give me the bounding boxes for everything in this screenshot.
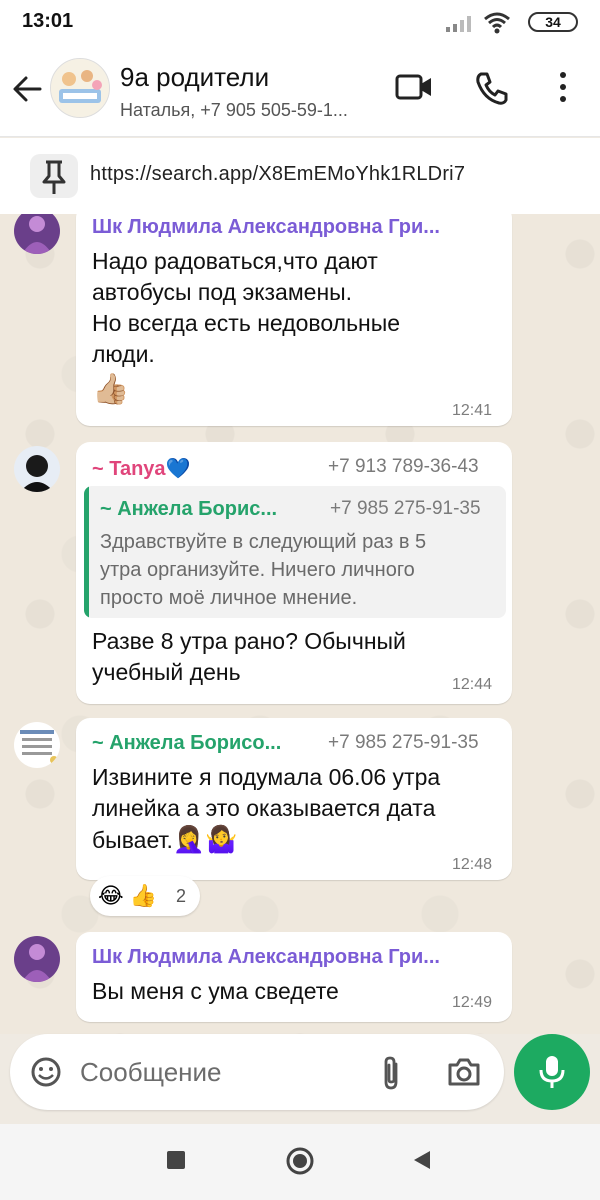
- message-time: 12:41: [452, 402, 493, 419]
- chat-title[interactable]: 9а родители: [120, 62, 269, 93]
- message-bubble[interactable]: Шк Людмила Александровна Гри... Вы меня …: [76, 932, 512, 1022]
- message-reactions[interactable]: 😂 👍 2: [90, 876, 200, 916]
- group-avatar[interactable]: [50, 58, 110, 118]
- text-line: Но всегда есть недовольные: [92, 310, 401, 336]
- text-line: Извините я подумала 06.06 утра: [92, 764, 441, 790]
- nav-back-icon[interactable]: [412, 1149, 432, 1171]
- avatar-image: [14, 936, 60, 982]
- nav-circle-icon[interactable]: [285, 1146, 315, 1176]
- message-bubble[interactable]: Шк Людмила Александровна Гри... Надо рад…: [76, 214, 512, 426]
- phone-call-icon[interactable]: [474, 70, 510, 106]
- sender-phone: +7 913 789-36-43: [328, 456, 479, 477]
- quoted-text: Здравствуйте в следующий раз в 5 утра ор…: [100, 528, 426, 612]
- quote-bar: [84, 486, 89, 618]
- message-bubble[interactable]: ~ Tanya💙 +7 913 789-36-43 ~ Анжела Борис…: [76, 442, 512, 704]
- message-text: Вы меня с ума сведете: [92, 976, 452, 1007]
- quote-line: утра организуйте. Ничего личного: [100, 559, 415, 581]
- text-line: учебный день: [92, 659, 241, 685]
- message-time: 12:49: [452, 994, 493, 1011]
- video-call-icon[interactable]: [394, 70, 434, 104]
- facepalm-shrug-emoji: 🤦‍♀️🤷‍♀️: [172, 824, 238, 854]
- quote-line: Здравствуйте в следующий раз в 5: [100, 531, 427, 553]
- mic-button[interactable]: [514, 1034, 590, 1110]
- sender-name[interactable]: Шк Людмила Александровна Гри...: [92, 216, 440, 239]
- back-arrow-icon[interactable]: [10, 72, 44, 106]
- text-line: Надо радоваться,что дают: [92, 248, 378, 274]
- status-time: 13:01: [22, 10, 74, 32]
- attach-icon[interactable]: [378, 1054, 404, 1092]
- emoji-icon[interactable]: [30, 1056, 62, 1088]
- group-avatar-image: [51, 59, 109, 117]
- chat-area[interactable]: Шк Людмила Александровна Гри... Надо рад…: [0, 214, 600, 1034]
- message-bubble[interactable]: ~ Анжела Борисо... +7 985 275-91-35 Изви…: [76, 718, 512, 880]
- text-line: линейка а это оказывается дата: [92, 795, 436, 821]
- pin-icon: [42, 160, 66, 194]
- message-text: Разве 8 утра рано? Обычный учебный день: [92, 626, 502, 688]
- reaction-count: 2: [176, 886, 187, 906]
- text-line: бывает.🤦‍♀️🤷‍♀️: [92, 824, 506, 856]
- system-nav-bar: [0, 1124, 600, 1200]
- message-time: 12:48: [452, 856, 493, 873]
- quoted-sender: ~ Анжела Борис...: [100, 498, 278, 520]
- text-line-inline: бывает.: [92, 827, 173, 853]
- quote-line: просто моё личное мнение.: [100, 587, 358, 609]
- camera-icon[interactable]: [446, 1056, 482, 1088]
- wifi-icon: [484, 12, 510, 34]
- message-input[interactable]: Сообщение: [80, 1057, 222, 1088]
- message-time: 12:44: [452, 676, 493, 693]
- sender-avatar[interactable]: [14, 722, 60, 768]
- chat-header: 9а родители Наталья, +7 905 505-59-1...: [0, 44, 600, 137]
- mic-icon: [539, 1056, 565, 1088]
- sender-name[interactable]: ~ Tanya💙: [92, 456, 190, 481]
- text-line: Разве 8 утра рано? Обычный: [92, 628, 406, 654]
- nav-square-icon[interactable]: [166, 1150, 186, 1170]
- more-vert-icon[interactable]: [556, 70, 570, 104]
- text-line: Вы меня с ума сведете: [92, 978, 339, 1004]
- sender-name[interactable]: Шк Людмила Александровна Гри...: [92, 946, 440, 969]
- message-text: Извините я подумала 06.06 утра линейка а…: [92, 762, 506, 856]
- reaction-emojis: 😂 👍: [98, 883, 158, 908]
- avatar-image: [14, 722, 60, 768]
- pin-icon-box: [30, 154, 78, 198]
- text-line: люди.: [92, 341, 155, 367]
- battery-indicator: 34: [528, 12, 578, 32]
- avatar-image: [14, 446, 60, 492]
- avatar-image: [14, 214, 60, 254]
- sender-avatar[interactable]: [14, 446, 60, 492]
- pinned-link[interactable]: https://search.app/X8EmEMoYhk1RLDri7: [90, 163, 465, 186]
- signal-icon: [446, 16, 471, 32]
- sender-phone: +7 985 275-91-35: [328, 732, 479, 753]
- message-input-bar: Сообщение: [10, 1034, 504, 1110]
- thumbs-up-emoji: 👍🏼: [92, 373, 130, 406]
- sender-avatar[interactable]: [14, 936, 60, 982]
- sender-avatar[interactable]: [14, 214, 60, 254]
- status-bar: 13:01 34: [0, 0, 600, 44]
- pinned-message-bar[interactable]: https://search.app/X8EmEMoYhk1RLDri7: [0, 138, 600, 215]
- message-text: Надо радоваться,что дают автобусы под эк…: [92, 246, 502, 370]
- chat-subtitle[interactable]: Наталья, +7 905 505-59-1...: [120, 100, 348, 121]
- sender-name[interactable]: ~ Анжела Борисо...: [92, 732, 281, 755]
- quoted-phone: +7 985 275-91-35: [330, 498, 481, 519]
- text-line: автобусы под экзамены.: [92, 279, 353, 305]
- quoted-message[interactable]: ~ Анжела Борис... +7 985 275-91-35 Здрав…: [84, 486, 506, 618]
